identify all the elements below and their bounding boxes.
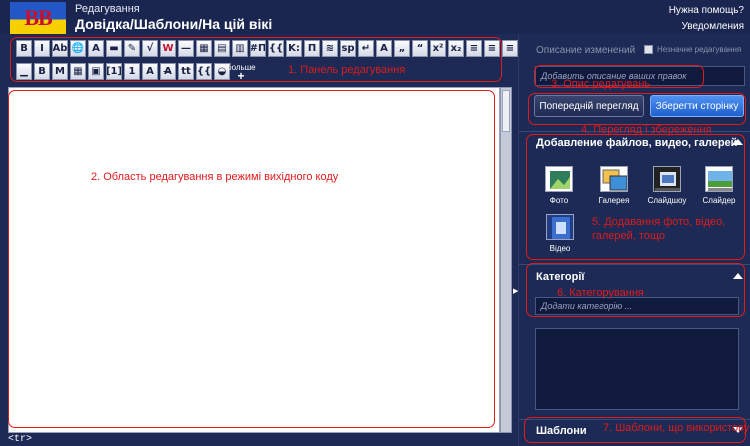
toolbar-row1-button-27[interactable]: ≡ — [502, 40, 518, 57]
tag-path-footer: <tr> — [8, 434, 33, 445]
category-list — [535, 328, 739, 410]
scrollbar-thumb[interactable] — [502, 90, 510, 132]
annotation-label-editor: 2. Область редагування в режимі вихідног… — [91, 171, 339, 183]
page-title[interactable]: Довідка/Шаблони/На цій вікі — [75, 16, 272, 32]
summary-label: Описание изменений — [536, 45, 636, 56]
header: ВВ Редагування Довідка/Шаблони/На цій ві… — [0, 0, 750, 34]
annotation-box-preview-save — [528, 93, 746, 125]
annotation-label-categories: 6. Категорування — [557, 287, 644, 299]
edit-mode-label: Редагування — [75, 3, 140, 15]
minor-edit-checkbox[interactable] — [644, 45, 653, 54]
notifications-link[interactable]: Уведомления — [681, 21, 744, 32]
annotation-label-templates: 7. Шаблони, що використовуються — [603, 422, 750, 434]
annotation-label-toolbar: 1. Панель редагування — [288, 64, 406, 76]
annotation-label-media: 5. Додавання фото, відео, галерей, тощо — [592, 216, 726, 242]
annotation-label-summary: 3. Опис редагувань — [551, 78, 651, 90]
annotation-box-editor — [8, 90, 495, 428]
help-link[interactable]: Нужна помощь? — [669, 5, 744, 16]
editor-screen: ВВ Редагування Довідка/Шаблони/На цій ві… — [0, 0, 750, 446]
annotation-box-toolbar — [10, 37, 502, 82]
minor-edit-label: Незначне редагування — [657, 45, 742, 54]
editor-scrollbar[interactable] — [500, 87, 512, 433]
wiki-logo[interactable]: ВВ — [10, 2, 66, 34]
